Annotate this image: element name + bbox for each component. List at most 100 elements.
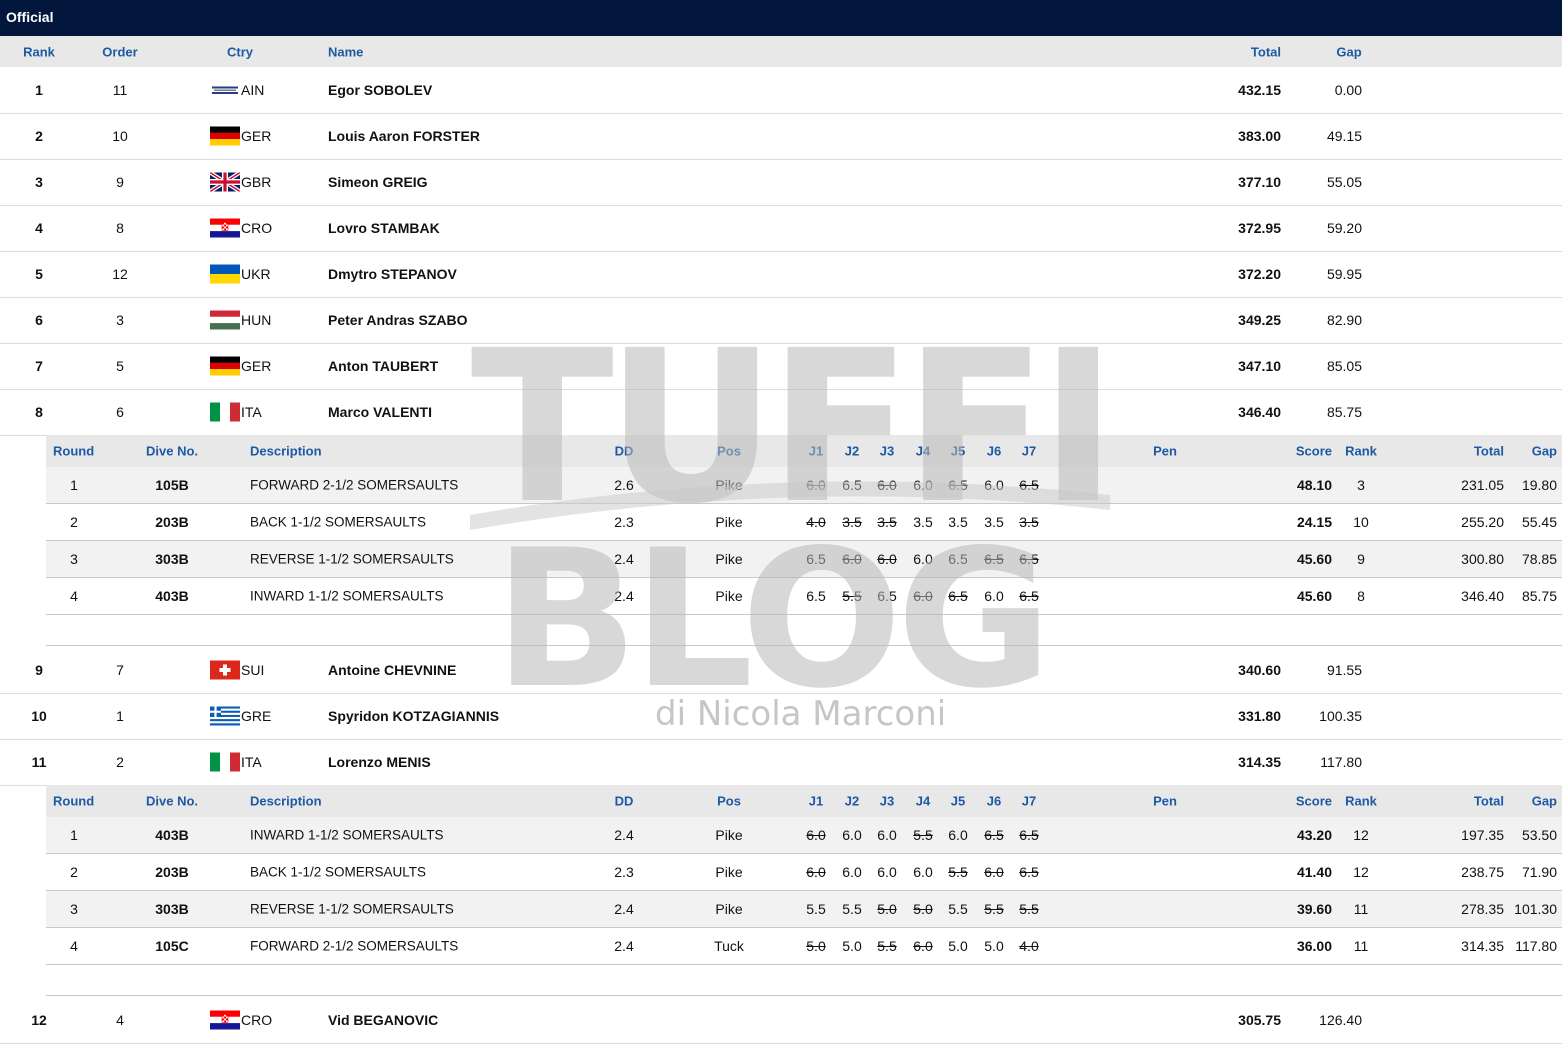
- athlete-country: ITA: [241, 404, 262, 420]
- athlete-name[interactable]: Vid BEGANOVIC: [328, 1012, 438, 1028]
- watermark-subtitle: di Nicola Marconi: [655, 694, 947, 734]
- athlete-name[interactable]: Peter Andras SZABO: [328, 312, 468, 328]
- judge-score: 6.0: [913, 938, 933, 954]
- athlete-name[interactable]: Simeon GREIG: [328, 174, 428, 190]
- col-judge-2: J2: [844, 793, 860, 809]
- athlete-rank: 5: [35, 266, 43, 282]
- athlete-row[interactable]: 7 5 GER Anton TAUBERT 347.10 85.05: [0, 343, 1562, 390]
- dive-position: Pike: [715, 588, 743, 604]
- col-name: Name: [328, 44, 364, 59]
- flag-ger-icon: [210, 356, 240, 376]
- athlete-row[interactable]: 6 3 HUN Peter Andras SZABO 349.25 82.90: [0, 297, 1562, 344]
- judge-score: 6.5: [1019, 551, 1039, 567]
- status-bar: Official: [0, 0, 1562, 36]
- dive-position: Pike: [715, 901, 743, 917]
- col-dd: DD: [614, 793, 634, 809]
- judge-score: 5.0: [806, 938, 826, 954]
- athlete-order: 6: [116, 404, 124, 420]
- athlete-name[interactable]: Louis Aaron FORSTER: [328, 128, 480, 144]
- col-judge-7: J7: [1021, 793, 1037, 809]
- flag-ita-icon: [210, 752, 240, 772]
- athlete-row[interactable]: 3 9 GBR Simeon GREIG 377.10 55.05: [0, 159, 1562, 206]
- col-dive-gap: Gap: [1531, 793, 1557, 809]
- athlete-gap: 126.40: [1319, 1012, 1362, 1028]
- col-judge-5: J5: [950, 443, 966, 459]
- athlete-total: 432.15: [1238, 82, 1281, 98]
- judge-score: 3.5: [842, 514, 862, 530]
- dive-number: 105C: [155, 938, 189, 954]
- athlete-row[interactable]: 12 4 CRO Vid BEGANOVIC 305.75 126.40: [0, 997, 1562, 1044]
- athlete-row[interactable]: 2 10 GER Louis Aaron FORSTER 383.00 49.15: [0, 113, 1562, 160]
- flag-cro-icon: [210, 218, 240, 238]
- col-pos: Pos: [717, 793, 741, 809]
- athlete-order: 3: [116, 312, 124, 328]
- dive-number: 403B: [155, 827, 189, 843]
- athlete-name[interactable]: Egor SOBOLEV: [328, 82, 432, 98]
- athlete-total: 372.20: [1238, 266, 1281, 282]
- col-dive-rank: Rank: [1345, 793, 1377, 809]
- dive-total: 300.80: [1461, 551, 1504, 567]
- judge-score: 5.5: [806, 901, 826, 917]
- athlete-total: 377.10: [1238, 174, 1281, 190]
- dive-number: 303B: [155, 551, 189, 567]
- athlete-row[interactable]: 4 8 CRO Lovro STAMBAK 372.95 59.20: [0, 205, 1562, 252]
- judge-score: 6.5: [877, 588, 897, 604]
- col-pos: Pos: [717, 443, 741, 459]
- dive-row: 3 303B REVERSE 1-1/2 SOMERSAULTS 2.4 Pike 6.5…: [46, 541, 1562, 578]
- dive-row: 2 203B BACK 1-1/2 SOMERSAULTS 2.3 Pike 6.0 6.0…: [46, 854, 1562, 891]
- dive-number: 303B: [155, 901, 189, 917]
- dive-position: Pike: [715, 551, 743, 567]
- athlete-country: SUI: [241, 662, 265, 678]
- athlete-country: UKR: [241, 266, 271, 282]
- judge-score: 5.0: [984, 938, 1004, 954]
- athlete-total: 349.25: [1238, 312, 1281, 328]
- status-label: Official: [6, 9, 54, 25]
- judge-score: 6.0: [913, 477, 933, 493]
- athlete-row[interactable]: 1 11 AIN Egor SOBOLEV 432.15 0.00: [0, 67, 1562, 114]
- athlete-rank: 3: [35, 174, 43, 190]
- dive-gap: 53.50: [1521, 827, 1557, 843]
- athlete-name[interactable]: Antoine CHEVNINE: [328, 662, 456, 678]
- dive-score: 39.60: [1296, 901, 1332, 917]
- judge-score: 6.5: [948, 551, 968, 567]
- dive-total: 314.35: [1461, 938, 1504, 954]
- dive-dd: 2.6: [614, 477, 634, 493]
- judge-score: 6.0: [806, 477, 826, 493]
- athlete-order: 4: [116, 1012, 124, 1028]
- col-country: Ctry: [226, 44, 254, 59]
- athlete-name[interactable]: Anton TAUBERT: [328, 358, 438, 374]
- athlete-order: 5: [116, 358, 124, 374]
- col-dive-total: Total: [1473, 793, 1504, 809]
- judge-score: 5.5: [984, 901, 1004, 917]
- dive-gap: 85.75: [1521, 588, 1557, 604]
- athlete-name[interactable]: Lovro STAMBAK: [328, 220, 440, 236]
- athlete-gap: 85.75: [1326, 404, 1362, 420]
- col-score: Score: [1295, 793, 1332, 809]
- athlete-gap: 49.15: [1326, 128, 1362, 144]
- flag-sui-icon: [210, 660, 240, 680]
- judge-score: 6.0: [842, 864, 862, 880]
- judge-score: 5.5: [948, 901, 968, 917]
- dive-row: 4 403B INWARD 1-1/2 SOMERSAULTS 2.4 Pike 6.5 5…: [46, 578, 1562, 615]
- athlete-row[interactable]: 8 6 ITA Marco VALENTI 346.40 85.75: [0, 389, 1562, 436]
- dive-score: 24.15: [1296, 514, 1332, 530]
- athlete-name[interactable]: Marco VALENTI: [328, 404, 432, 420]
- judge-score: 5.5: [948, 864, 968, 880]
- athlete-row[interactable]: 5 12 UKR Dmytro STEPANOV 372.20 59.95: [0, 251, 1562, 298]
- athlete-order: 7: [116, 662, 124, 678]
- athlete-row[interactable]: 11 2 ITA Lorenzo MENIS 314.35 117.80: [0, 739, 1562, 786]
- col-judge-4: J4: [915, 793, 931, 809]
- dive-total: 278.35: [1461, 901, 1504, 917]
- col-gap: Gap: [1336, 44, 1362, 59]
- judge-score: 6.0: [913, 551, 933, 567]
- athlete-rank: 1: [35, 82, 43, 98]
- athlete-name[interactable]: Spyridon KOTZAGIANNIS: [328, 708, 499, 724]
- athlete-name[interactable]: Dmytro STEPANOV: [328, 266, 457, 282]
- judge-score: 3.5: [877, 514, 897, 530]
- judge-score: 6.5: [1019, 864, 1039, 880]
- dive-dd: 2.4: [614, 938, 634, 954]
- athlete-name[interactable]: Lorenzo MENIS: [328, 754, 431, 770]
- dive-total: 238.75: [1461, 864, 1504, 880]
- dive-gap: 19.80: [1521, 477, 1557, 493]
- athlete-row[interactable]: 9 7 SUI Antoine CHEVNINE 340.60 91.55: [0, 647, 1562, 694]
